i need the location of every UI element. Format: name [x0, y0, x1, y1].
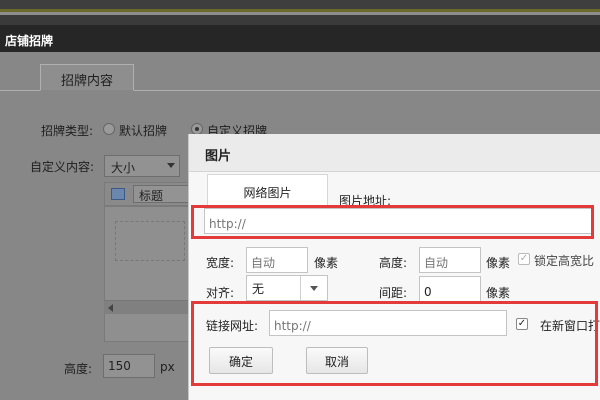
height-unit: 像素 — [486, 256, 511, 270]
dialog-title: 图片 — [189, 134, 600, 172]
scroll-left-icon[interactable] — [108, 304, 113, 312]
editor-scrollbar[interactable] — [104, 300, 194, 314]
size-select-value: 大小 — [111, 161, 136, 175]
top-bar — [0, 0, 600, 12]
editor-area[interactable] — [104, 206, 194, 342]
chevron-down-icon — [310, 286, 318, 291]
chevron-down-icon — [167, 163, 175, 168]
editor-toolbar: 标题 — [104, 182, 194, 206]
spacing-unit: 像素 — [486, 286, 511, 300]
editor-placeholder-box — [115, 221, 185, 261]
radio-default-sign-label[interactable]: 默认招牌 — [119, 122, 167, 139]
spacing-label: 间距: — [379, 286, 408, 300]
size-select[interactable]: 大小 — [104, 155, 180, 177]
tab-sign-content[interactable]: 招牌内容 — [40, 64, 134, 91]
radio-default-sign[interactable] — [103, 123, 115, 135]
sign-type-label: 招牌类型: — [41, 124, 94, 138]
width-unit: 像素 — [314, 256, 339, 270]
panel-title: 店铺招牌 — [0, 25, 600, 52]
heading-select[interactable]: 标题 — [133, 185, 193, 203]
spacing-input[interactable] — [419, 276, 481, 302]
custom-content-label: 自定义内容: — [30, 160, 95, 174]
highlight-image-url — [191, 205, 594, 239]
lock-ratio-label: 锁定高宽比 — [534, 254, 595, 268]
table-icon[interactable] — [111, 188, 125, 200]
bg-height-input[interactable]: 150 — [103, 354, 155, 378]
align-label: 对齐: — [206, 286, 235, 300]
window-strip — [0, 15, 600, 25]
width-label: 宽度: — [206, 256, 235, 270]
select-divider — [300, 276, 301, 300]
height-input[interactable] — [419, 247, 481, 273]
lock-ratio-checkbox[interactable]: ✓ — [518, 253, 530, 265]
bg-height-label: 高度: — [64, 362, 93, 376]
width-input[interactable] — [246, 247, 308, 273]
bg-height-unit: px — [160, 360, 175, 374]
align-select[interactable]: 无 — [246, 275, 328, 301]
align-select-value: 无 — [252, 282, 265, 296]
highlight-link-section — [191, 301, 598, 386]
height-label: 高度: — [379, 256, 408, 270]
